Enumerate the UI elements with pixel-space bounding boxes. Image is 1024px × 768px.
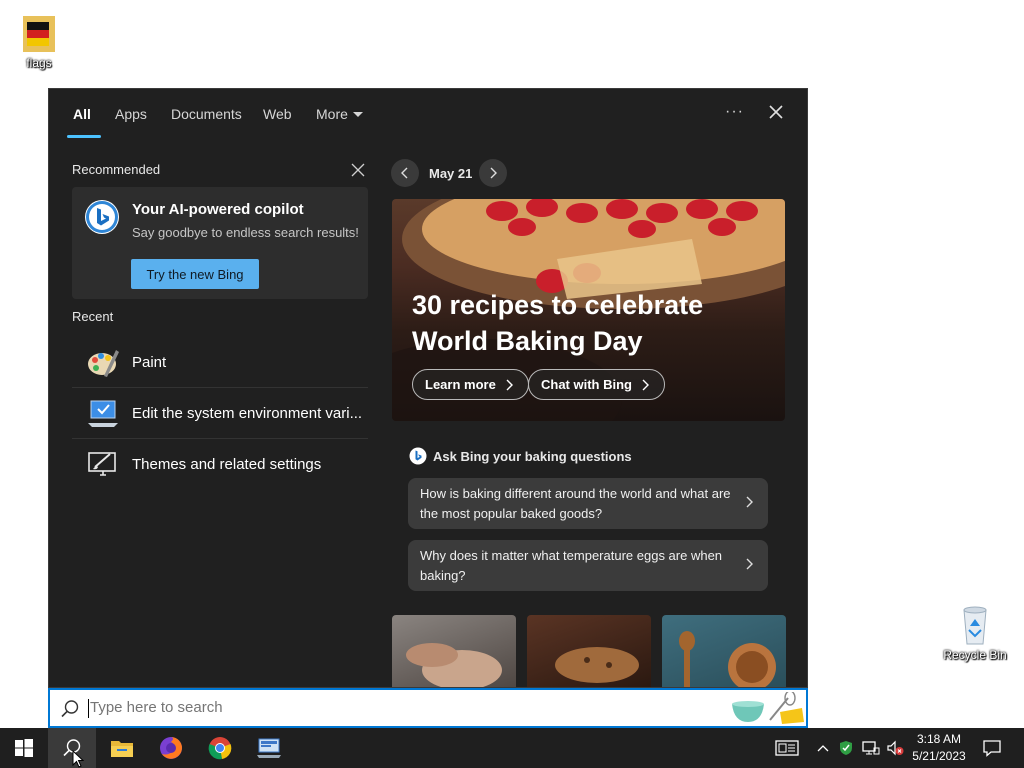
tab-more-label: More bbox=[316, 106, 348, 122]
question-text: Why does it matter what temperature eggs… bbox=[420, 548, 723, 583]
clock-time: 3:18 AM bbox=[916, 732, 962, 746]
baking-doodle-icon bbox=[732, 692, 804, 724]
security-tray-button[interactable] bbox=[836, 728, 856, 768]
thumbnail-cookie[interactable] bbox=[527, 615, 651, 687]
recycle-bin-icon bbox=[963, 606, 987, 645]
desktop-icon-label: flags bbox=[26, 56, 52, 70]
recent-item-environment-variables[interactable]: Edit the system environment vari... bbox=[72, 388, 368, 438]
learn-more-label: Learn more bbox=[425, 377, 496, 392]
volume-muted-icon bbox=[887, 740, 904, 756]
taskbar-firefox[interactable] bbox=[147, 728, 195, 768]
close-icon[interactable] bbox=[765, 101, 787, 123]
taskbar-network-app[interactable] bbox=[245, 728, 293, 768]
thumbnail-bowls[interactable] bbox=[662, 615, 786, 687]
chat-with-bing-button[interactable]: Chat with Bing bbox=[528, 369, 665, 400]
taskbar-search-button[interactable] bbox=[48, 728, 96, 768]
hero-title: 30 recipes to celebrate World Baking Day bbox=[412, 290, 704, 356]
recent-item-label: Edit the system environment vari... bbox=[132, 404, 363, 422]
tab-web[interactable]: Web bbox=[263, 106, 292, 122]
ask-bing-heading: Ask Bing your baking questions bbox=[409, 447, 632, 465]
recent-item-label: Themes and related settings bbox=[132, 455, 322, 473]
chevron-right-icon bbox=[506, 379, 513, 390]
chevron-down-icon bbox=[352, 112, 363, 117]
germany-flag-folder-icon bbox=[23, 16, 55, 52]
taskbar: 3:18 AM 5/21/2023 bbox=[0, 728, 1024, 768]
chevron-right-icon bbox=[490, 167, 497, 179]
volume-tray-button[interactable] bbox=[884, 728, 906, 768]
news-icon bbox=[775, 740, 799, 756]
tab-apps[interactable]: Apps bbox=[115, 106, 147, 122]
news-widget-button[interactable] bbox=[772, 728, 802, 768]
chrome-icon bbox=[208, 737, 232, 760]
search-bar[interactable] bbox=[48, 688, 808, 728]
notification-icon bbox=[983, 740, 1001, 757]
tab-all[interactable]: All bbox=[73, 106, 91, 122]
search-tabs: All Apps Documents Web More ··· bbox=[49, 89, 807, 139]
mouse-cursor-icon bbox=[72, 750, 84, 768]
network-tray-button[interactable] bbox=[860, 728, 882, 768]
bowls-utensils-image bbox=[679, 631, 776, 687]
themes-icon bbox=[88, 452, 116, 476]
desktop-icon-recycle-bin[interactable]: Recycle Bin bbox=[940, 602, 1010, 662]
start-icon bbox=[15, 739, 33, 757]
bing-logo-icon bbox=[409, 447, 427, 465]
baking-day-hero[interactable]: 30 recipes to celebrate World Baking Day… bbox=[392, 199, 785, 421]
recommended-heading: Recommended bbox=[72, 162, 161, 177]
active-tab-indicator bbox=[67, 135, 101, 138]
taskbar-chrome[interactable] bbox=[196, 728, 244, 768]
paint-icon bbox=[88, 350, 119, 377]
question-card[interactable]: Why does it matter what temperature eggs… bbox=[408, 540, 768, 591]
search-input[interactable] bbox=[90, 699, 590, 716]
system-properties-icon bbox=[88, 400, 118, 427]
question-text: How is baking different around the world… bbox=[420, 486, 731, 521]
recent-item-label: Paint bbox=[132, 353, 167, 371]
recent-item-themes[interactable]: Themes and related settings bbox=[72, 439, 368, 489]
recent-heading: Recent bbox=[72, 309, 114, 324]
learn-more-button[interactable]: Learn more bbox=[412, 369, 529, 400]
highlights-date: May 21 bbox=[429, 166, 473, 181]
clock-date: 5/21/2023 bbox=[912, 749, 966, 763]
hands-kneading-image bbox=[406, 643, 502, 687]
network-icon bbox=[862, 741, 880, 755]
desktop-icon-flags[interactable]: flags bbox=[4, 10, 74, 70]
text-cursor bbox=[88, 699, 89, 718]
previous-day-button[interactable] bbox=[391, 159, 419, 187]
copilot-title: Your AI-powered copilot bbox=[132, 201, 304, 218]
search-panel: All Apps Documents Web More ··· Recommen… bbox=[48, 88, 808, 688]
desktop-icon-label: Recycle Bin bbox=[943, 648, 1007, 662]
chevron-left-icon bbox=[401, 167, 408, 179]
chevron-right-icon bbox=[746, 496, 753, 508]
action-center-button[interactable] bbox=[980, 728, 1004, 768]
cookie-image bbox=[555, 647, 639, 683]
chevron-up-icon bbox=[817, 745, 829, 752]
start-button[interactable] bbox=[0, 728, 48, 768]
copilot-subtitle: Say goodbye to endless search results! bbox=[132, 225, 359, 240]
recent-item-paint[interactable]: Paint bbox=[72, 337, 368, 387]
dismiss-recommended-icon[interactable] bbox=[351, 163, 365, 177]
shield-icon bbox=[840, 741, 852, 755]
file-explorer-icon bbox=[111, 741, 133, 757]
bing-logo-icon bbox=[85, 200, 119, 234]
ask-bing-heading-label: Ask Bing your baking questions bbox=[433, 448, 632, 464]
chevron-right-icon bbox=[642, 379, 649, 390]
taskbar-file-explorer[interactable] bbox=[98, 728, 146, 768]
more-options-button[interactable]: ··· bbox=[725, 103, 744, 121]
thumbnail-hands-baking[interactable] bbox=[392, 615, 516, 687]
tab-documents[interactable]: Documents bbox=[171, 106, 242, 122]
chat-with-bing-label: Chat with Bing bbox=[541, 377, 632, 392]
search-icon bbox=[61, 700, 79, 718]
copilot-card: Your AI-powered copilot Say goodbye to e… bbox=[72, 187, 368, 299]
firefox-icon bbox=[160, 737, 182, 759]
question-card[interactable]: How is baking different around the world… bbox=[408, 478, 768, 529]
tab-more[interactable]: More bbox=[316, 106, 363, 122]
try-new-bing-button[interactable]: Try the new Bing bbox=[131, 259, 259, 289]
chevron-right-icon bbox=[746, 558, 753, 570]
network-app-icon bbox=[257, 738, 281, 758]
show-hidden-icons-button[interactable] bbox=[814, 728, 832, 768]
next-day-button[interactable] bbox=[479, 159, 507, 187]
taskbar-clock[interactable]: 3:18 AM 5/21/2023 bbox=[906, 731, 972, 765]
